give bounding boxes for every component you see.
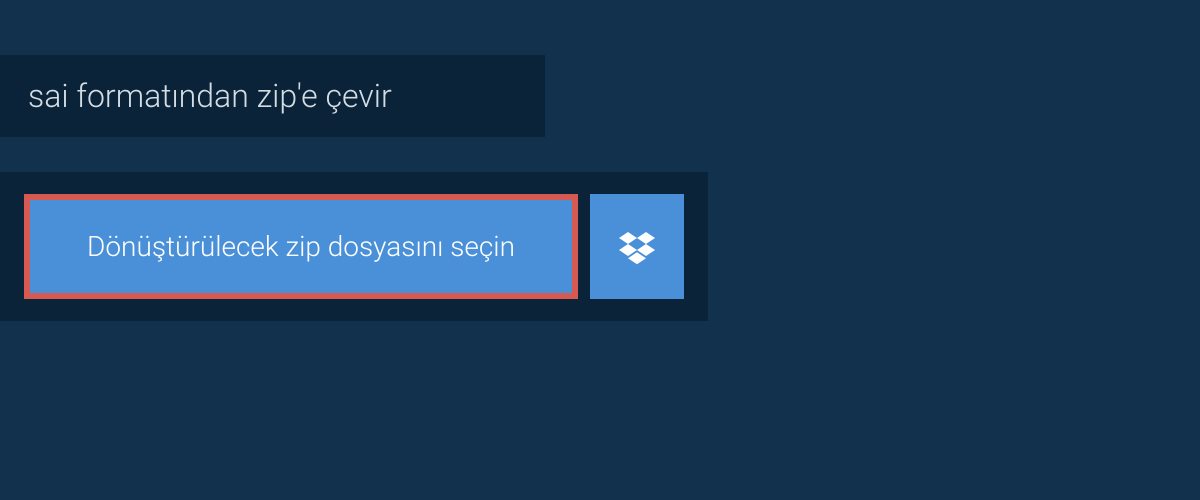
dropbox-icon <box>619 229 655 265</box>
page-title: sai formatından zip'e çevir <box>28 77 392 115</box>
dropbox-button[interactable] <box>590 194 684 299</box>
file-select-panel: Dönüştürülecek zip dosyasını seçin <box>0 172 708 321</box>
select-file-label: Dönüştürülecek zip dosyasını seçin <box>87 230 515 263</box>
page-title-tab: sai formatından zip'e çevir <box>0 55 545 137</box>
select-file-button[interactable]: Dönüştürülecek zip dosyasını seçin <box>24 194 578 299</box>
